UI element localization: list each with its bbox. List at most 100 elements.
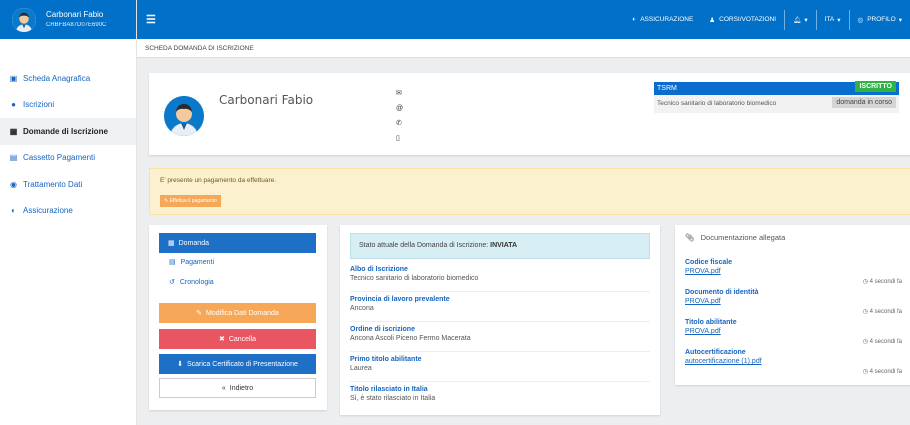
user-icon: ● — [11, 100, 16, 110]
double-chevron-left-icon: « — [221, 384, 226, 392]
sidebar-item-label: Iscrizioni — [23, 100, 55, 110]
sidebar-item-trattamento-dati[interactable]: ◉ Trattamento Dati — [0, 171, 136, 198]
notifications-dropdown[interactable]: 🔔︎ ▾ — [785, 0, 816, 39]
profile-avatar — [164, 96, 204, 136]
sidebar-item-label: Assicurazione — [23, 206, 73, 216]
sidebar-menu: ▣ Scheda Anagrafica ● Iscrizioni ▦ Doman… — [0, 65, 136, 224]
download-certificate-button[interactable]: ⬇ Scarica Certificato di Presentazione — [159, 354, 316, 374]
request-badge: domanda in corso — [832, 97, 896, 108]
document-time: ◷ 4 secondi fa — [863, 368, 902, 375]
payment-alert: E' presente un pagamento da effettuare. … — [149, 168, 910, 215]
document-item: Codice fiscale PROVA.pdf ◷ 4 secondi fa — [685, 259, 902, 285]
application-details-card: Stato attuale della Domanda di Iscrizion… — [340, 225, 660, 415]
download-icon: ⬇ — [177, 361, 183, 368]
document-link[interactable]: PROVA.pdf — [685, 298, 902, 305]
document-title: Titolo abilitante — [685, 319, 737, 326]
topbar-assicurazione-label: ASSICURAZIONE — [640, 16, 694, 23]
contact-icons: ✉ @ ✆ ▯ — [396, 86, 403, 146]
field-label: Primo titolo abilitante — [350, 356, 422, 363]
breadcrumb: SCHEDA DOMANDA DI ISCRIZIONE — [137, 39, 910, 58]
document-link[interactable]: PROVA.pdf — [685, 268, 902, 275]
main-content: Carbonari Fabio ✉ @ ✆ ▯ TSRM ISCRITTO Te… — [137, 58, 910, 425]
group-icon: ♟ — [709, 16, 716, 24]
documents-header: 📎︎ Documentazione allegata — [685, 233, 785, 242]
pay-button[interactable]: ✎ Effettua il pagamento — [160, 195, 221, 207]
back-label: Indietro — [229, 384, 254, 392]
id-card-icon: ▣ — [9, 73, 18, 83]
language-dropdown[interactable]: ITA ▾ — [817, 0, 849, 39]
field-value: Ancona — [350, 305, 374, 312]
eye-icon: ◉ — [10, 179, 17, 189]
sidebar-item-iscrizioni[interactable]: ● Iscrizioni — [0, 92, 136, 119]
document-time: ◷ 4 secondi fa — [863, 338, 902, 345]
document-title: Codice fiscale — [685, 259, 733, 266]
tab-domanda[interactable]: ▦ Domanda — [159, 233, 316, 253]
tab-pagamenti[interactable]: ▤ Pagamenti — [169, 258, 214, 266]
tab-domanda-label: Domanda — [178, 239, 209, 247]
field-albo: Albo di Iscrizione Tecnico sanitario di … — [350, 266, 650, 292]
profession-name: Tecnico sanitario di laboratorio biomedi… — [657, 100, 777, 107]
sidebar-item-assicurazione[interactable]: ◐ Assicurazione — [0, 198, 136, 225]
profile-dropdown[interactable]: ◎ PROFILO ▾ — [850, 0, 910, 39]
pay-button-label: Effettua il pagamento — [169, 198, 217, 204]
file-icon: ▤ — [169, 259, 176, 266]
edit-application-button[interactable]: ✎ Modifica Dati Domanda — [159, 303, 316, 323]
documents-card: 📎︎ Documentazione allegata Codice fiscal… — [675, 225, 910, 385]
documents-header-label: Documentazione allegata — [700, 233, 786, 242]
document-time: ◷ 4 secondi fa — [863, 278, 902, 285]
field-titolo: Primo titolo abilitante Laurea — [350, 356, 650, 382]
back-button[interactable]: « Indietro — [159, 378, 316, 398]
tab-cronologia[interactable]: ↺ Cronologia — [169, 278, 214, 286]
mobile-icon: ▯ — [396, 135, 400, 142]
alert-message: E' presente un pagamento da effettuare. — [160, 177, 277, 184]
cancel-label: Cancella — [228, 335, 257, 343]
field-ordine: Ordine di iscrizione Ancona Ascoli Picen… — [350, 326, 650, 352]
sidebar-item-label: Cassetto Pagamenti — [23, 153, 96, 163]
sidebar-item-domande[interactable]: ▦ Domande di Iscrizione — [0, 118, 136, 145]
user-code: CRBFBA87D07E690C — [46, 21, 107, 28]
profile-card: Carbonari Fabio ✉ @ ✆ ▯ TSRM ISCRITTO Te… — [149, 73, 910, 155]
calendar-icon: ▦ — [168, 240, 175, 247]
paperclip-icon: 📎︎ — [685, 233, 695, 242]
field-label: Albo di Iscrizione — [350, 266, 408, 273]
field-value: Ancona Ascoli Piceno Fermo Macerata — [350, 335, 471, 342]
document-link[interactable]: autocertificazione (1).pdf — [685, 358, 902, 365]
sidebar-user-header: Carbonari Fabio CRBFBA87D07E690C — [0, 0, 136, 39]
document-title: Documento di identità — [685, 289, 759, 296]
sidebar: Carbonari Fabio CRBFBA87D07E690C ▣ Sched… — [0, 0, 137, 425]
file-icon: ▤ — [9, 153, 18, 163]
clock-icon: ◷ — [862, 309, 870, 315]
at-icon: @ — [396, 105, 404, 112]
chevron-down-icon: ▾ — [804, 16, 808, 24]
history-icon: ↺ — [169, 279, 175, 286]
field-value: Sì, è stato rilasciato in Italia — [350, 395, 436, 402]
topbar-assicurazione[interactable]: ◐ ASSICURAZIONE — [624, 0, 701, 39]
chevron-down-icon: ▾ — [837, 16, 841, 24]
field-value: Laurea — [350, 365, 372, 372]
document-link[interactable]: PROVA.pdf — [685, 328, 902, 335]
document-time-label: 4 secondi fa — [869, 279, 902, 285]
document-time-label: 4 secondi fa — [869, 339, 902, 345]
status-prefix: Stato attuale della Domanda di Iscrizion… — [359, 242, 489, 249]
document-item: Titolo abilitante PROVA.pdf ◷ 4 secondi … — [685, 319, 902, 345]
field-value: Tecnico sanitario di laboratorio biomedi… — [350, 275, 479, 282]
field-label: Provincia di lavoro prevalente — [350, 296, 450, 303]
sidebar-item-scheda-anagrafica[interactable]: ▣ Scheda Anagrafica — [0, 65, 136, 92]
edit-icon: ✎ — [196, 310, 203, 317]
phone-icon: ✆ — [396, 120, 402, 127]
menu-toggle-icon[interactable]: ☰ — [146, 13, 156, 26]
topbar: ☰ ◐ ASSICURAZIONE ♟ CORSI/VOTAZIONI 🔔︎ ▾… — [137, 0, 910, 39]
bell-icon: 🔔︎ — [793, 16, 802, 24]
avatar[interactable] — [12, 7, 36, 32]
sidebar-item-cassetto-pagamenti[interactable]: ▤ Cassetto Pagamenti — [0, 145, 136, 172]
document-item: Autocertificazione autocertificazione (1… — [685, 349, 902, 375]
topbar-corsi-label: CORSI/VOTAZIONI — [719, 16, 777, 23]
document-item: Documento di identità PROVA.pdf ◷ 4 seco… — [685, 289, 902, 315]
cancel-button[interactable]: ✖ Cancella — [159, 329, 316, 349]
clock-icon: ◷ — [862, 279, 870, 285]
user-circle-icon: ◎ — [857, 16, 864, 24]
topbar-corsi[interactable]: ♟ CORSI/VOTAZIONI — [701, 0, 784, 39]
language-label: ITA — [824, 16, 835, 23]
user-name: Carbonari Fabio — [46, 9, 104, 19]
tab-cronologia-label: Cronologia — [179, 279, 214, 286]
